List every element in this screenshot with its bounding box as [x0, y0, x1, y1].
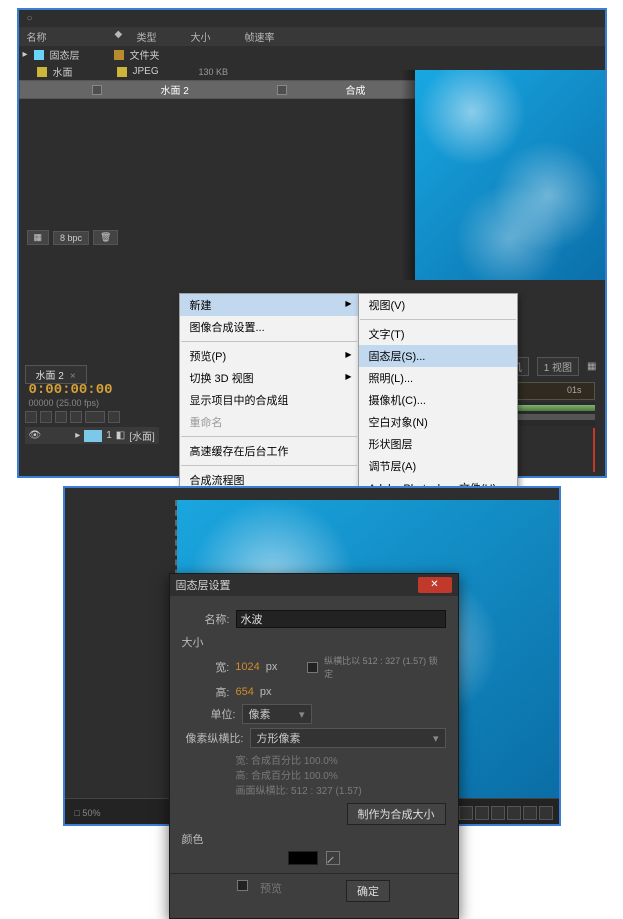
hint-height-pct: 高: 合成百分比 100.0%: [236, 767, 446, 782]
solo-icon[interactable]: [55, 411, 67, 423]
context-submenu-new: 视图(V) 文字(T) 固态层(S)... 照明(L)... 摄像机(C)...…: [358, 293, 518, 500]
submenu-light[interactable]: 照明(L)...: [359, 367, 517, 389]
menu-new[interactable]: 新建: [180, 294, 358, 316]
submenu-solid[interactable]: 固态层(S)...: [359, 345, 517, 367]
ok-button[interactable]: 确定: [346, 880, 390, 902]
solid-settings-dialog: 固态层设置 ✕ 名称: 大小 宽: 1024 px 纵横比以 512 : 327…: [169, 573, 459, 919]
jpeg-tag-icon: [117, 67, 127, 77]
context-menu-main: 新建 图像合成设置... 预览(P) 切换 3D 视图 显示项目中的合成组 重命…: [179, 293, 359, 514]
menu-rename: 重命名: [180, 411, 358, 433]
project-row[interactable]: ▸ 固态层 文件夹: [19, 46, 605, 63]
view-layout-menu[interactable]: 1 视图: [537, 357, 579, 376]
comp-icon: [92, 85, 102, 95]
folder-icon: [114, 50, 124, 60]
menu-switch-3d[interactable]: 切换 3D 视图: [180, 367, 358, 389]
width-label: 宽:: [208, 659, 230, 675]
timeline-switches: [25, 411, 120, 423]
color-section-label: 颜色: [182, 831, 446, 847]
viewer-icon[interactable]: [539, 806, 553, 820]
project-panel-header: ○: [19, 10, 605, 27]
close-button[interactable]: ✕: [418, 577, 452, 593]
lock-aspect-checkbox[interactable]: [307, 662, 318, 673]
timecode[interactable]: 0:00:00:00: [29, 382, 113, 398]
menu-reveal-in-project[interactable]: 显示项目中的合成组: [180, 389, 358, 411]
width-value[interactable]: 1024: [235, 661, 259, 673]
height-value[interactable]: 654: [236, 686, 254, 698]
work-area-end[interactable]: [593, 428, 595, 472]
timeline-layer-row[interactable]: 👁▸ 1 ◧ [水面]: [25, 427, 159, 444]
submenu-null[interactable]: 空白对象(N): [359, 411, 517, 433]
lock-icon[interactable]: [70, 411, 82, 423]
close-icon[interactable]: ×: [70, 371, 76, 382]
screenshot-solid-settings-dialog: □ 50% 0:00:00:00 固态层设置 ✕ 名称: 大小 宽: 1024: [63, 486, 561, 826]
screenshot-ae-context-menu: ○ 名称 ◆ 类型 大小 帧速率 ▸ 固态层 文件夹 水面 JPEG 130 K…: [17, 8, 607, 478]
viewer-icon[interactable]: [523, 806, 537, 820]
layer-color-chip: [84, 430, 102, 442]
jpeg-icon: [37, 67, 47, 77]
unit-select[interactable]: 像素: [242, 704, 312, 724]
viewer-icon[interactable]: [491, 806, 505, 820]
preview-label: 预览: [260, 880, 282, 902]
submenu-adjustment[interactable]: 调节层(A): [359, 455, 517, 477]
menu-comp-settings[interactable]: 图像合成设置...: [180, 316, 358, 338]
name-label: 名称:: [182, 611, 230, 627]
par-select[interactable]: 方形像素: [250, 728, 446, 748]
composition-preview: [415, 70, 605, 280]
lock-aspect-label: 纵横比以 512 : 327 (1.57) 锁定: [324, 654, 445, 680]
hint-width-pct: 宽: 合成百分比 100.0%: [236, 752, 446, 767]
col-name: 名称: [27, 29, 107, 44]
trash-icon[interactable]: 🗑: [93, 230, 118, 245]
submenu-camera[interactable]: 摄像机(C)...: [359, 389, 517, 411]
menu-preview[interactable]: 预览(P): [180, 345, 358, 367]
project-footer: ▦ 8 bpc 🗑: [23, 228, 123, 247]
speaker-icon[interactable]: [40, 411, 52, 423]
hint-frame-aspect: 画面纵横比: 512 : 327 (1.57): [236, 782, 446, 797]
solid-folder-icon: [34, 50, 44, 60]
name-input[interactable]: [236, 610, 446, 628]
color-swatch[interactable]: [288, 851, 318, 865]
unit-label: 单位:: [188, 706, 236, 722]
col-tags: 帧速率: [245, 29, 275, 44]
viewer-icon[interactable]: [459, 806, 473, 820]
make-comp-size-button[interactable]: 制作为合成大小: [347, 803, 446, 825]
col-size: 大小: [191, 29, 237, 44]
label-icon[interactable]: [108, 411, 120, 423]
dialog-title: 固态层设置: [176, 577, 231, 593]
size-section-label: 大小: [182, 634, 446, 650]
height-label: 高:: [208, 684, 230, 700]
submenu-viewer[interactable]: 视图(V): [359, 294, 517, 316]
zoom-readout[interactable]: □ 50%: [75, 808, 101, 818]
project-columns-header: 名称 ◆ 类型 大小 帧速率: [19, 27, 605, 46]
comp-margin: [65, 500, 177, 754]
submenu-shape[interactable]: 形状图层: [359, 433, 517, 455]
grid-icon[interactable]: ▦: [587, 361, 596, 372]
comp-tag-icon: [277, 85, 287, 95]
viewer-icon[interactable]: [507, 806, 521, 820]
preview-shadow: [401, 70, 415, 280]
viewer-icon[interactable]: [475, 806, 489, 820]
menu-cache-work[interactable]: 高速缓存在后台工作: [180, 440, 358, 462]
layer-name: [水面]: [129, 428, 155, 443]
dialog-titlebar[interactable]: 固态层设置 ✕: [170, 574, 458, 596]
bin-icon[interactable]: ▦: [27, 230, 50, 245]
bpc-button[interactable]: 8 bpc: [53, 231, 89, 245]
eye-icon[interactable]: [25, 411, 37, 423]
timecode-sub: 00000 (25.00 fps): [29, 398, 100, 408]
layer-thumb-icon: ◧: [116, 430, 125, 441]
par-label: 像素纵横比:: [182, 730, 244, 746]
preview-checkbox[interactable]: [237, 880, 248, 891]
eyedropper-icon[interactable]: [326, 851, 340, 865]
submenu-text[interactable]: 文字(T): [359, 323, 517, 345]
col-type: 类型: [137, 29, 183, 44]
